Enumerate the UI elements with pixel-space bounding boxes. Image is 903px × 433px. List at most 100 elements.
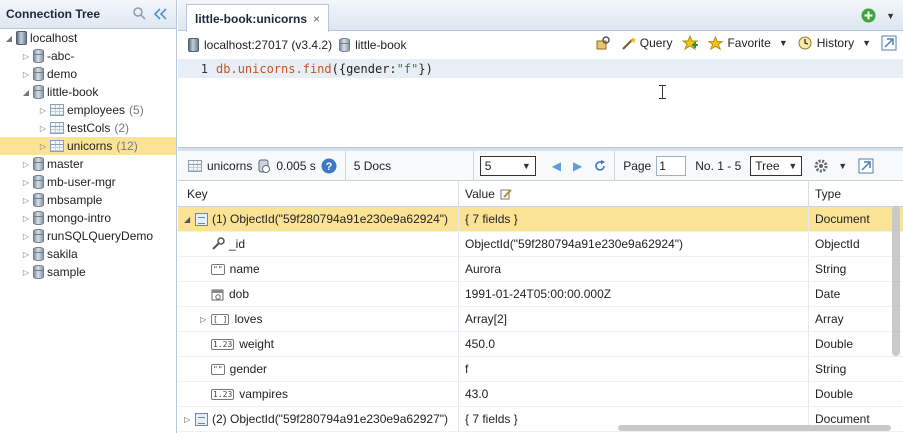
array-type-icon: [ ]: [211, 313, 230, 325]
collapsed-twisty-icon[interactable]: ▷: [38, 137, 48, 155]
tab-little-book-unicorns[interactable]: little-book:unicorns ×: [186, 4, 330, 32]
tree-node-sakila[interactable]: ▷ sakila: [0, 245, 176, 263]
query-toolbar: localhost:27017 (v3.4.2) little-book Que…: [178, 31, 903, 59]
query-button[interactable]: Query: [621, 36, 672, 51]
connection-tree: ◢ localhost ▷ -abc- ▷ demo ◢ little-book ▷ employ…: [0, 29, 176, 281]
collapsed-twisty-icon[interactable]: ▷: [21, 173, 31, 191]
collapsed-twisty-icon[interactable]: ▷: [184, 415, 195, 424]
tree-node-localhost[interactable]: ◢ localhost: [0, 29, 176, 47]
editor-line: 1 db.unicorns.find({gender:"f"}): [178, 59, 903, 78]
value-cell[interactable]: Aurora: [459, 257, 809, 281]
tree-node-abc[interactable]: ▷ -abc-: [0, 47, 176, 65]
key-cell: 1.23 weight: [178, 332, 459, 356]
horizontal-scrollbar[interactable]: [618, 425, 891, 431]
key-label: loves: [234, 312, 263, 326]
query-editor[interactable]: 1 db.unicorns.find({gender:"f"}): [178, 59, 903, 147]
tree-node-mbsample[interactable]: ▷ mbsample: [0, 191, 176, 209]
add-tab-icon[interactable]: [861, 8, 876, 23]
table-row[interactable]: 1.23 weight 450.0 Double: [178, 332, 903, 357]
table-row[interactable]: "" gender f String: [178, 357, 903, 382]
prev-page-icon[interactable]: ◀: [552, 159, 561, 173]
view-mode-value: Tree: [755, 158, 780, 173]
table-row[interactable]: ▷[ ] loves Array[2] Array: [178, 307, 903, 332]
page-size-select[interactable]: 5 ▼: [479, 155, 536, 176]
collection-icon: [188, 159, 202, 172]
key-label: gender: [229, 362, 268, 376]
maximize-icon[interactable]: [881, 35, 897, 51]
type-column-header[interactable]: Type: [809, 181, 889, 206]
key-column-header[interactable]: Key: [178, 181, 459, 206]
tab-bar: little-book:unicorns × ▼: [178, 0, 903, 32]
key-label: _id: [229, 237, 246, 251]
value-cell[interactable]: ObjectId("59f280794a91e230e9a62924"): [459, 232, 809, 256]
close-tab-icon[interactable]: ×: [313, 12, 320, 26]
collapsed-twisty-icon[interactable]: ▷: [200, 315, 211, 324]
tree-node-unicorns[interactable]: ▷ unicorns (12): [0, 137, 176, 155]
tree-node-label: little-book: [47, 85, 99, 99]
collapsed-twisty-icon[interactable]: ▷: [21, 65, 31, 83]
tab-menu-chevron-down-icon[interactable]: ▼: [886, 11, 895, 21]
expanded-twisty-icon[interactable]: ◢: [184, 215, 195, 224]
collapsed-twisty-icon[interactable]: ▷: [21, 227, 31, 245]
tree-node-mb-user-mgr[interactable]: ▷ mb-user-mgr: [0, 173, 176, 191]
gear-icon[interactable]: [813, 158, 829, 174]
collapsed-twisty-icon[interactable]: ▷: [38, 119, 48, 137]
table-row[interactable]: dob 1991-01-24T05:00:00.000Z Date: [178, 282, 903, 307]
tree-node-employees[interactable]: ▷ employees (5): [0, 101, 176, 119]
collapsed-twisty-icon[interactable]: ▷: [21, 47, 31, 65]
tree-node-little-book[interactable]: ◢ little-book: [0, 83, 176, 101]
collapsed-twisty-icon[interactable]: ▷: [38, 101, 48, 119]
query-code[interactable]: db.unicorns.find({gender:"f"}): [216, 62, 433, 76]
tree-node-label: runSQLQueryDemo: [47, 229, 154, 243]
tree-node-sample[interactable]: ▷ sample: [0, 263, 176, 281]
collapsed-twisty-icon[interactable]: ▷: [21, 155, 31, 173]
table-row[interactable]: ◢ (1) ObjectId("59f280794a91e230e9a62924"…: [178, 207, 903, 232]
tree-node-label: testCols: [67, 121, 111, 135]
help-icon[interactable]: ?: [321, 158, 337, 174]
add-favorite-icon[interactable]: [682, 35, 699, 51]
query-builder-icon[interactable]: [595, 35, 611, 51]
value-cell[interactable]: 450.0: [459, 332, 809, 356]
value-cell[interactable]: 43.0: [459, 382, 809, 406]
collapse-panel-icon[interactable]: [154, 7, 168, 20]
collapsed-twisty-icon[interactable]: ▷: [21, 263, 31, 281]
table-row[interactable]: "" name Aurora String: [178, 257, 903, 282]
collapsed-twisty-icon[interactable]: ▷: [21, 191, 31, 209]
expanded-twisty-icon[interactable]: ◢: [21, 83, 31, 101]
value-cell[interactable]: 1991-01-24T05:00:00.000Z: [459, 282, 809, 306]
code-token: .: [295, 61, 303, 76]
page-size-value: 5: [484, 158, 492, 173]
search-icon[interactable]: [133, 7, 146, 20]
type-cell: String: [815, 262, 847, 276]
type-cell: String: [815, 362, 847, 376]
favorite-button[interactable]: Favorite ▼: [708, 35, 788, 51]
history-icon: [798, 36, 812, 49]
edit-value-icon[interactable]: [500, 188, 512, 200]
vertical-scrollbar[interactable]: [892, 206, 900, 356]
expanded-twisty-icon[interactable]: ◢: [4, 29, 14, 47]
maximize-results-icon[interactable]: [858, 158, 874, 174]
collapsed-twisty-icon[interactable]: ▷: [21, 209, 31, 227]
tree-node-master[interactable]: ▷ master: [0, 155, 176, 173]
next-page-icon[interactable]: ▶: [573, 159, 582, 173]
table-row[interactable]: 1.23 vampires 43.0 Double: [178, 382, 903, 407]
key-label: name: [229, 262, 260, 276]
tree-node-runsqlquerydemo[interactable]: ▷ runSQLQueryDemo: [0, 227, 176, 245]
history-button[interactable]: History ▼: [798, 36, 871, 51]
view-mode-select[interactable]: Tree ▼: [750, 155, 803, 176]
page-input[interactable]: 1: [656, 155, 687, 176]
tree-node-demo[interactable]: ▷ demo: [0, 65, 176, 83]
database-icon: [33, 211, 44, 225]
code-token: unicorns: [237, 61, 296, 76]
collapsed-twisty-icon[interactable]: ▷: [21, 245, 31, 263]
table-row[interactable]: _id ObjectId("59f280794a91e230e9a62924") O…: [178, 232, 903, 257]
settings-chevron-down-icon[interactable]: ▼: [838, 161, 847, 171]
value-cell[interactable]: f: [459, 357, 809, 381]
value-cell[interactable]: Array[2]: [459, 307, 809, 331]
value-cell[interactable]: { 7 fields }: [459, 207, 809, 231]
refresh-icon[interactable]: [594, 159, 606, 172]
tree-node-mongo-intro[interactable]: ▷ mongo-intro: [0, 209, 176, 227]
value-column-header[interactable]: Value: [459, 181, 809, 206]
tree-node-testcols[interactable]: ▷ testCols (2): [0, 119, 176, 137]
line-number: 1: [200, 61, 208, 76]
